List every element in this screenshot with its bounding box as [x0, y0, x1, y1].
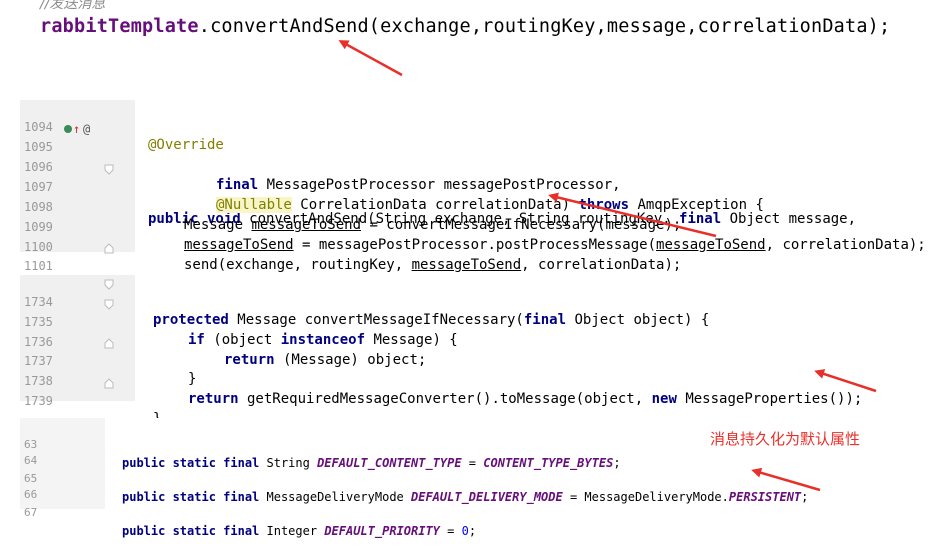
annotation-arrows	[338, 40, 877, 492]
arrow-to-convertMessage	[548, 192, 717, 238]
arrow-to-convertAndSend	[338, 40, 403, 77]
arrow-to-PERSISTENT	[751, 467, 821, 492]
code-text: public static final Integer DEFAULT_PRIO…	[122, 524, 477, 538]
arrow-to-MessageProperties	[814, 369, 877, 393]
